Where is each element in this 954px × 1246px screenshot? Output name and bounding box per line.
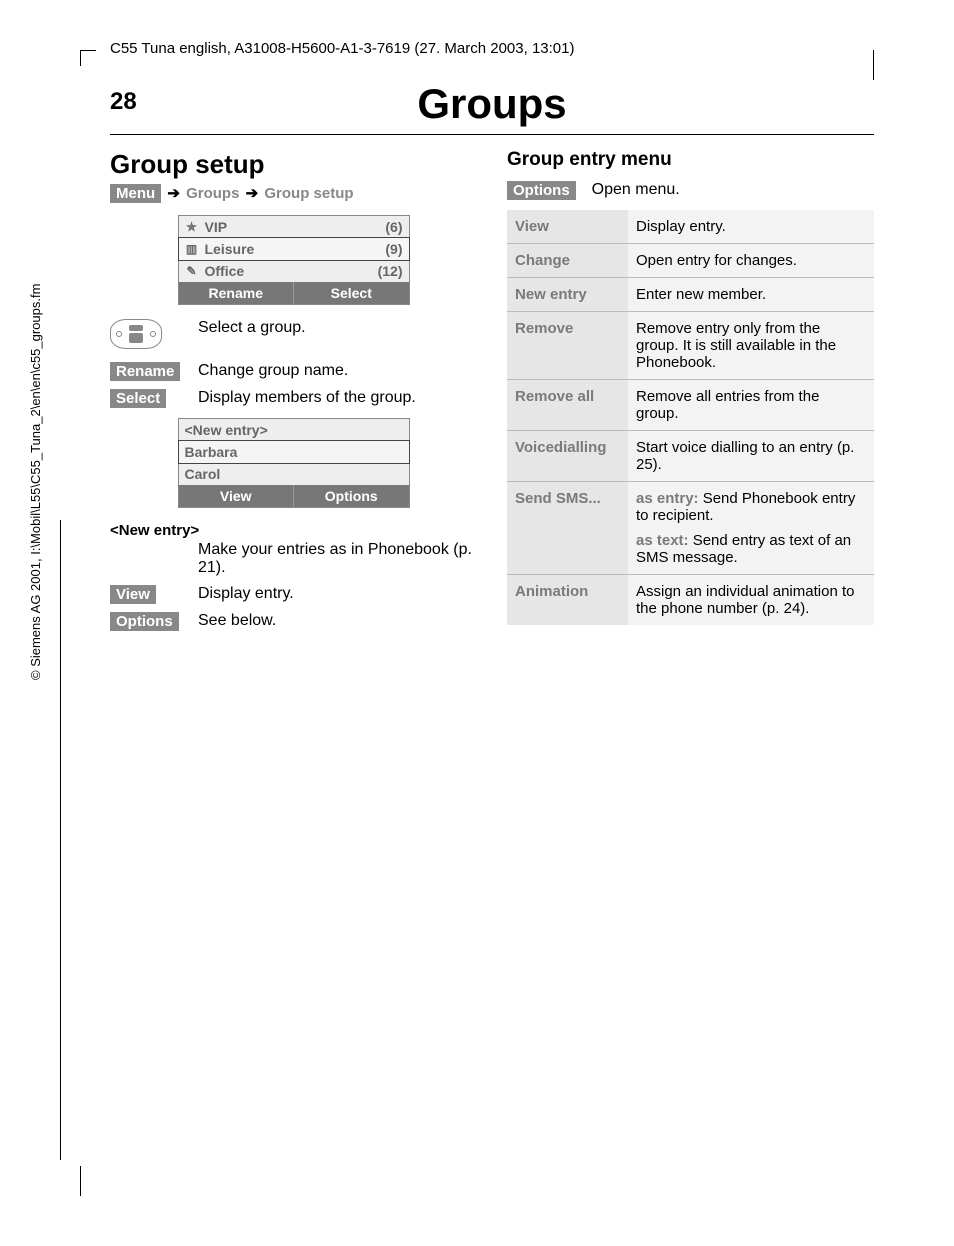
options-table: ViewDisplay entry.ChangeOpen entry for c… [507, 210, 874, 625]
table-row: AnimationAssign an individual animation … [507, 575, 874, 626]
menu-softkey: Menu [110, 184, 161, 203]
group-entry-menu-heading: Group entry menu [507, 149, 874, 171]
option-value: Remove all entries from the group. [628, 380, 874, 431]
view-desc: Display entry. [198, 585, 294, 603]
list-item: ✮ VIP (6) [179, 216, 409, 238]
list-item: Carol [179, 463, 409, 485]
group-label: VIP [205, 219, 228, 235]
table-row: ChangeOpen entry for changes. [507, 244, 874, 278]
newentry-desc: Make your entries as in Phonebook (p. 21… [198, 541, 477, 577]
table-row: Send SMS...as entry: Send Phonebook entr… [507, 482, 874, 575]
rename-desc: Change group name. [198, 362, 348, 380]
table-row: ViewDisplay entry. [507, 210, 874, 244]
option-value: Assign an individual animation to the ph… [628, 575, 874, 626]
select-desc: Display members of the group. [198, 389, 416, 407]
table-row: Remove allRemove all entries from the gr… [507, 380, 874, 431]
option-key: Remove all [507, 380, 628, 431]
options-desc: See below. [198, 612, 276, 630]
star-icon: ✮ [185, 220, 199, 234]
entry-label: Carol [185, 466, 221, 482]
option-key: Send SMS... [507, 482, 628, 575]
view-softkey-label: View [110, 585, 156, 604]
arrow-icon: ➔ [167, 185, 180, 202]
group-label: Leisure [205, 241, 255, 257]
table-row: New entryEnter new member. [507, 278, 874, 312]
option-key: New entry [507, 278, 628, 312]
option-key: Voicedialling [507, 431, 628, 482]
breadcrumb-groups: Groups [186, 185, 239, 202]
nav-key-icon [110, 319, 162, 349]
doc-header: C55 Tuna english, A31008-H5600-A1-3-7619… [110, 40, 574, 57]
leisure-icon: ▥ [185, 242, 199, 256]
group-count: (6) [385, 219, 402, 235]
group-count: (12) [378, 263, 403, 279]
options-softkey-label-right: Options [507, 181, 576, 200]
crop-mark-tr [873, 50, 874, 80]
page-title: Groups [110, 80, 874, 135]
group-label: Office [205, 263, 245, 279]
side-rule [60, 520, 61, 1160]
office-icon: ✎ [185, 264, 199, 278]
list-item-selected: Barbara [178, 440, 410, 464]
group-count: (9) [385, 241, 402, 257]
option-value: Display entry. [628, 210, 874, 244]
list-item-selected: ▥ Leisure (9) [178, 237, 410, 261]
table-row: VoicediallingStart voice dialling to an … [507, 431, 874, 482]
group-setup-heading: Group setup [110, 149, 477, 180]
list-item: ✎ Office (12) [179, 260, 409, 282]
option-value: Start voice dialling to an entry (p. 25)… [628, 431, 874, 482]
option-value: Remove entry only from the group. It is … [628, 312, 874, 380]
list-item: <New entry> [179, 419, 409, 441]
softkey-rename: Rename [179, 282, 295, 304]
option-key: Remove [507, 312, 628, 380]
option-key: Change [507, 244, 628, 278]
newentry-key: <New entry> [110, 522, 199, 539]
option-key: Animation [507, 575, 628, 626]
option-value: Enter new member. [628, 278, 874, 312]
option-value: Open entry for changes. [628, 244, 874, 278]
navkey-desc: Select a group. [198, 319, 306, 337]
breadcrumb-group-setup: Group setup [264, 185, 353, 202]
page-number: 28 [110, 88, 137, 116]
option-key: View [507, 210, 628, 244]
arrow-icon: ➔ [246, 185, 259, 202]
copyright-credit: © Siemens AG 2001, I:\Mobil\L55\C55_Tuna… [28, 284, 43, 680]
breadcrumb: Menu ➔ Groups ➔ Group setup [110, 184, 477, 203]
entry-label: <New entry> [185, 422, 268, 438]
crop-mark-tl [80, 50, 96, 66]
softkey-options: Options [294, 485, 409, 507]
phone-screen-members: <New entry> Barbara Carol View Options [178, 418, 410, 508]
options-softkey-label: Options [110, 612, 179, 631]
phone-screen-groups: ✮ VIP (6) ▥ Leisure (9) ✎ Office (12) Renam… [178, 215, 410, 305]
entry-label: Barbara [185, 444, 238, 460]
crop-mark-bl [80, 1166, 81, 1196]
options-open-desc: Open menu. [592, 181, 680, 199]
rename-softkey-label: Rename [110, 362, 180, 381]
select-softkey-label: Select [110, 389, 166, 408]
softkey-view: View [179, 485, 295, 507]
table-row: RemoveRemove entry only from the group. … [507, 312, 874, 380]
softkey-select: Select [294, 282, 409, 304]
option-value: as entry: Send Phonebook entry to recipi… [628, 482, 874, 575]
